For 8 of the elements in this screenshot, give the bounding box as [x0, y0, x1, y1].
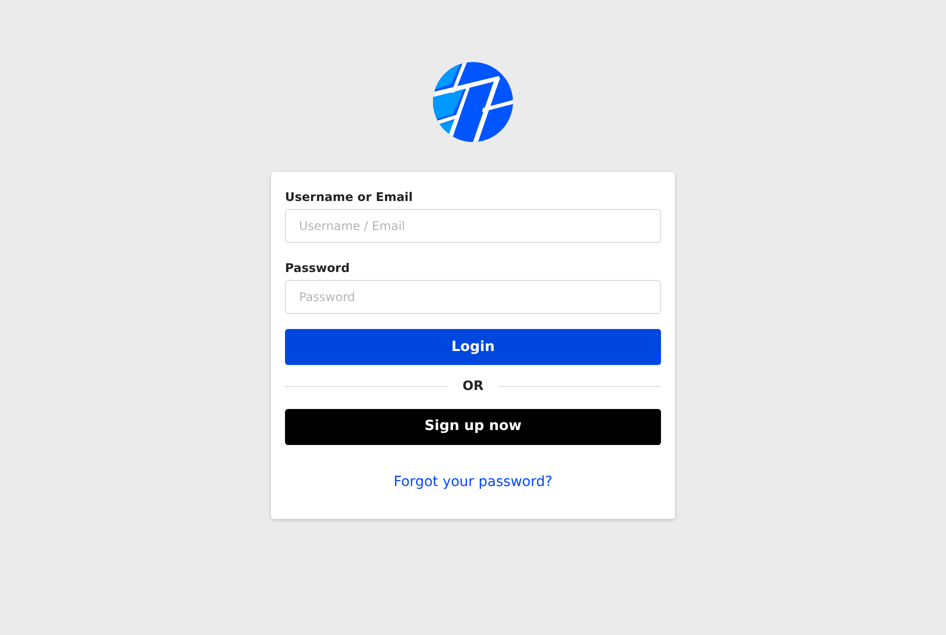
signup-button[interactable]: Sign up now [285, 408, 661, 444]
forgot-password-link[interactable]: Forgot your password? [394, 472, 552, 492]
field-label: Username or Email [285, 189, 414, 206]
input-field[interactable]: Password [285, 280, 661, 314]
login-button[interactable]: Login [285, 329, 661, 365]
divider-text: OR [461, 378, 485, 396]
input-field[interactable]: Username / Email [285, 209, 661, 243]
field-label: Password [285, 260, 351, 277]
